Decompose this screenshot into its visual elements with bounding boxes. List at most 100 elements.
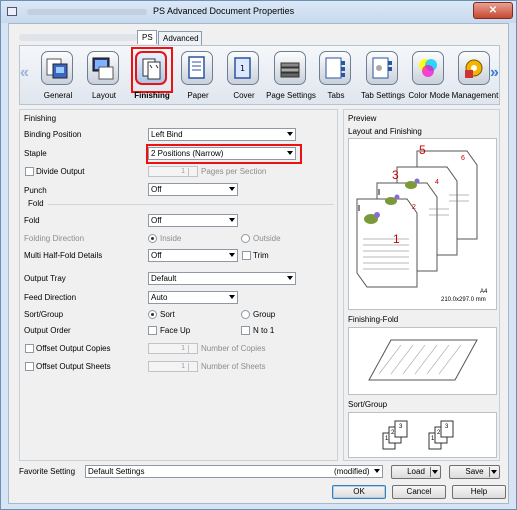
sort-digit: 3 (445, 424, 449, 430)
dialog-window: PS Advanced Document Properties ✕ PS Adv… (0, 0, 517, 510)
chevron-down-icon (287, 132, 293, 136)
chevron-down-icon (374, 469, 380, 473)
face-up-label: Face Up (160, 326, 191, 335)
feed-direction-label: Feed Direction (24, 293, 77, 302)
window-title: PS Advanced Document Properties (153, 6, 295, 16)
output-tray-select[interactable]: Default (148, 272, 296, 285)
scroll-right-icon[interactable]: » (490, 64, 499, 82)
divide-output-checkbox[interactable] (25, 167, 34, 176)
group-radio[interactable] (241, 310, 250, 319)
sort-digit: 3 (399, 424, 403, 430)
cover-icon: 1 (227, 51, 259, 85)
chevron-down-icon[interactable] (432, 470, 438, 474)
offset-copies-spinner[interactable]: 1 (148, 343, 198, 354)
svg-text:1: 1 (240, 64, 245, 73)
page-number: 1 (393, 232, 400, 246)
paper-size: A4 (480, 289, 488, 295)
tab-advanced[interactable]: Advanced (158, 31, 202, 45)
offset-sheets-unit: Number of Sheets (201, 362, 266, 371)
fold-preview (348, 327, 497, 395)
general-icon (41, 51, 73, 85)
outside-radio[interactable] (241, 234, 250, 243)
offset-sheets-label: Offset Output Sheets (36, 362, 111, 371)
tab-ps[interactable]: PS (137, 30, 157, 44)
output-tray-label: Output Tray (24, 274, 66, 283)
load-button[interactable]: Load (391, 465, 441, 479)
page-number: 5 (419, 143, 426, 157)
chevron-down-icon (287, 276, 293, 280)
sort-group-preview: 1 2 3 1 2 3 (348, 412, 497, 458)
trim-checkbox[interactable] (242, 251, 251, 260)
multi-half-fold-label: Multi Half-Fold Details (24, 251, 103, 260)
chevron-down-icon[interactable] (491, 470, 497, 474)
close-button[interactable]: ✕ (473, 2, 513, 19)
layout-icon (87, 51, 119, 85)
layout-finishing-label: Layout and Finishing (348, 127, 422, 136)
management-icon (458, 51, 490, 85)
load-label: Load (407, 467, 425, 476)
paper-icon (181, 51, 213, 85)
save-label: Save (465, 467, 484, 476)
sort-label: Sort (160, 310, 175, 319)
page-number: 4 (435, 179, 439, 186)
finishing-fold-label: Finishing-Fold (348, 315, 399, 324)
offset-sheets-spinner[interactable]: 1 (148, 361, 198, 372)
help-button[interactable]: Help (452, 485, 506, 499)
ok-button[interactable]: OK (332, 485, 386, 499)
sort-digit: 2 (437, 430, 441, 436)
group-label: Group (253, 310, 276, 319)
tab-strip: PS Advanced (19, 30, 500, 45)
save-button[interactable]: Save (449, 465, 500, 479)
staple-select[interactable]: 2 Positions (Narrow) (148, 147, 296, 160)
divide-output-label: Divide Output (36, 167, 85, 176)
binding-position-select[interactable]: Left Bind (148, 128, 296, 141)
sort-radio[interactable] (148, 310, 157, 319)
sort-group-preview-label: Sort/Group (348, 400, 388, 409)
inside-radio[interactable] (148, 234, 157, 243)
face-up-checkbox[interactable] (148, 326, 157, 335)
offset-sheets-checkbox[interactable] (25, 362, 34, 371)
chevron-down-icon (229, 253, 235, 257)
finishing-panel: Finishing Binding Position Left Bind Sta… (19, 109, 338, 461)
favorite-bar: Favorite Setting Default Settings (modif… (19, 465, 500, 479)
category-toolbar: « General Layout Finishing Paper 1 Cover… (19, 45, 500, 105)
category-label: Management (451, 91, 499, 100)
outside-label: Outside (253, 234, 281, 243)
offset-copies-checkbox[interactable] (25, 344, 34, 353)
trim-label: Trim (253, 251, 269, 260)
paper-dimensions: 210.0x297.0 mm (441, 297, 486, 303)
punch-label: Punch (24, 186, 47, 195)
sort-digit: 1 (385, 436, 389, 442)
modified-status: (modified) (334, 467, 370, 476)
multi-half-fold-value: Off (151, 251, 162, 260)
chevron-down-icon (287, 151, 293, 155)
redacted-tab (19, 34, 137, 41)
layout-preview: 1 2 3 4 5 6 A4 210.0x297.0 mm (348, 138, 497, 310)
page-number: 3 (392, 168, 399, 182)
sort-digit: 1 (431, 436, 435, 442)
fold-illustration (368, 339, 478, 381)
fold-value: Off (151, 216, 162, 225)
scroll-left-icon[interactable]: « (20, 64, 29, 82)
binding-position-label: Binding Position (24, 130, 82, 139)
favorite-select[interactable]: Default Settings (modified) (85, 465, 383, 478)
chevron-down-icon (229, 218, 235, 222)
favorite-label: Favorite Setting (19, 467, 76, 476)
cancel-button[interactable]: Cancel (392, 485, 446, 499)
sort-illustration (382, 420, 454, 450)
binding-position-value: Left Bind (151, 130, 183, 139)
redacted-printer-name (27, 9, 147, 15)
split-divider (430, 467, 431, 477)
multi-half-fold-select[interactable]: Off (148, 249, 238, 262)
staple-label: Staple (24, 149, 47, 158)
fold-select[interactable]: Off (148, 214, 238, 227)
divide-output-spinner[interactable]: 1 (148, 166, 198, 177)
n-to-1-label: N to 1 (253, 326, 275, 335)
chevron-down-icon (229, 187, 235, 191)
feed-direction-select[interactable]: Auto (148, 291, 238, 304)
n-to-1-checkbox[interactable] (241, 326, 250, 335)
punch-select[interactable]: Off (148, 183, 238, 196)
preview-label: Preview (348, 114, 377, 123)
page-settings-icon (274, 51, 306, 85)
punch-value: Off (151, 185, 162, 194)
